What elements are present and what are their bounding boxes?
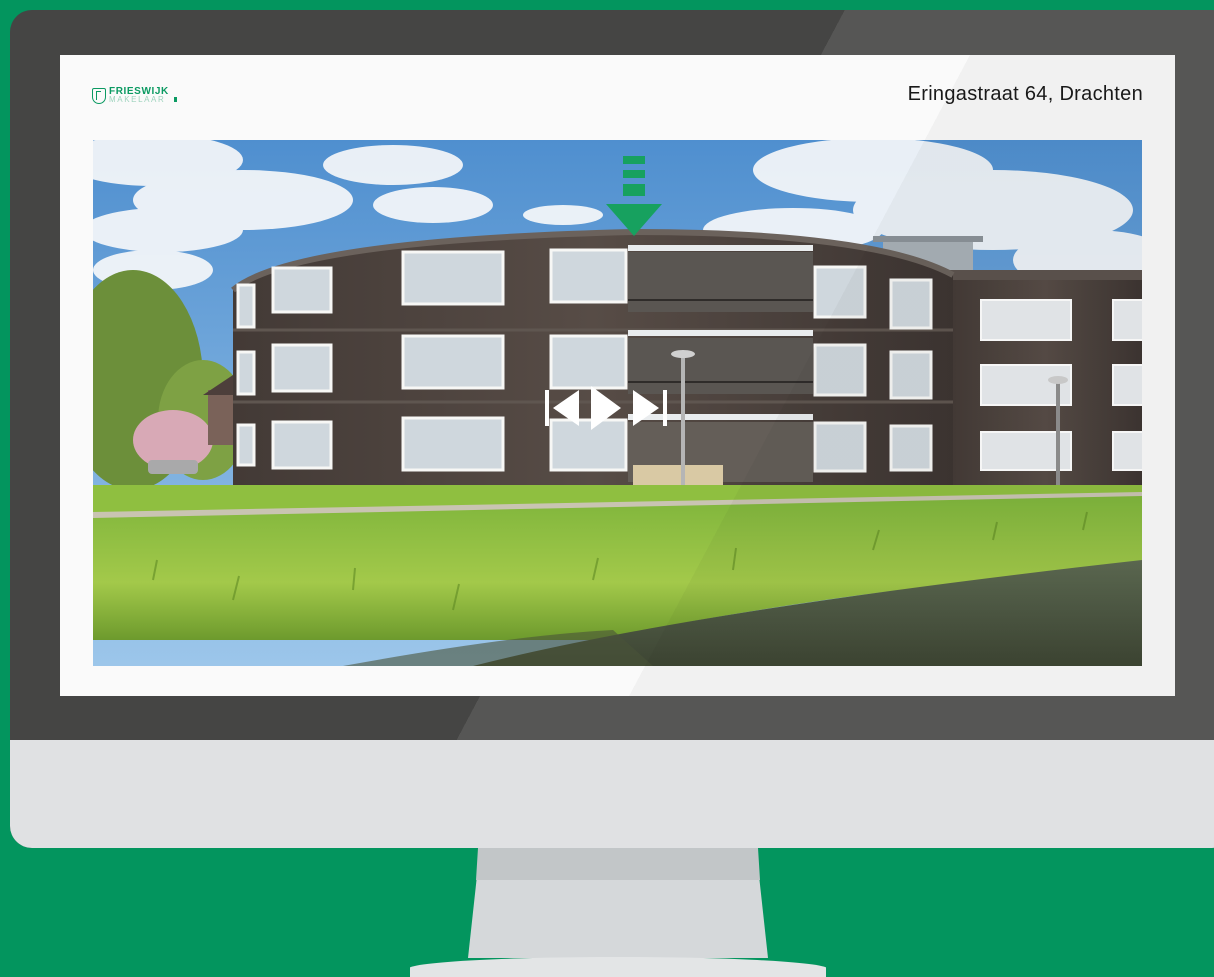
play-icon[interactable] bbox=[591, 386, 621, 430]
logo-dot bbox=[173, 96, 177, 102]
logo-shield-icon bbox=[92, 88, 106, 104]
monitor-chin bbox=[10, 740, 1214, 848]
logo-subtitle: MAKELAAR bbox=[109, 95, 166, 104]
skip-previous-icon[interactable] bbox=[545, 388, 579, 428]
screen: FRIESWIJK MAKELAAR Eringastraat 64, Drac… bbox=[60, 55, 1175, 696]
player-controls bbox=[545, 386, 667, 430]
monitor-frame: FRIESWIJK MAKELAAR Eringastraat 64, Drac… bbox=[10, 10, 1214, 848]
monitor-stand bbox=[410, 848, 826, 977]
listing-address: Eringastraat 64, Drachten bbox=[907, 83, 1143, 105]
property-photo[interactable] bbox=[93, 140, 1142, 666]
logo: FRIESWIJK MAKELAAR bbox=[92, 85, 177, 107]
skip-next-icon[interactable] bbox=[633, 388, 667, 428]
